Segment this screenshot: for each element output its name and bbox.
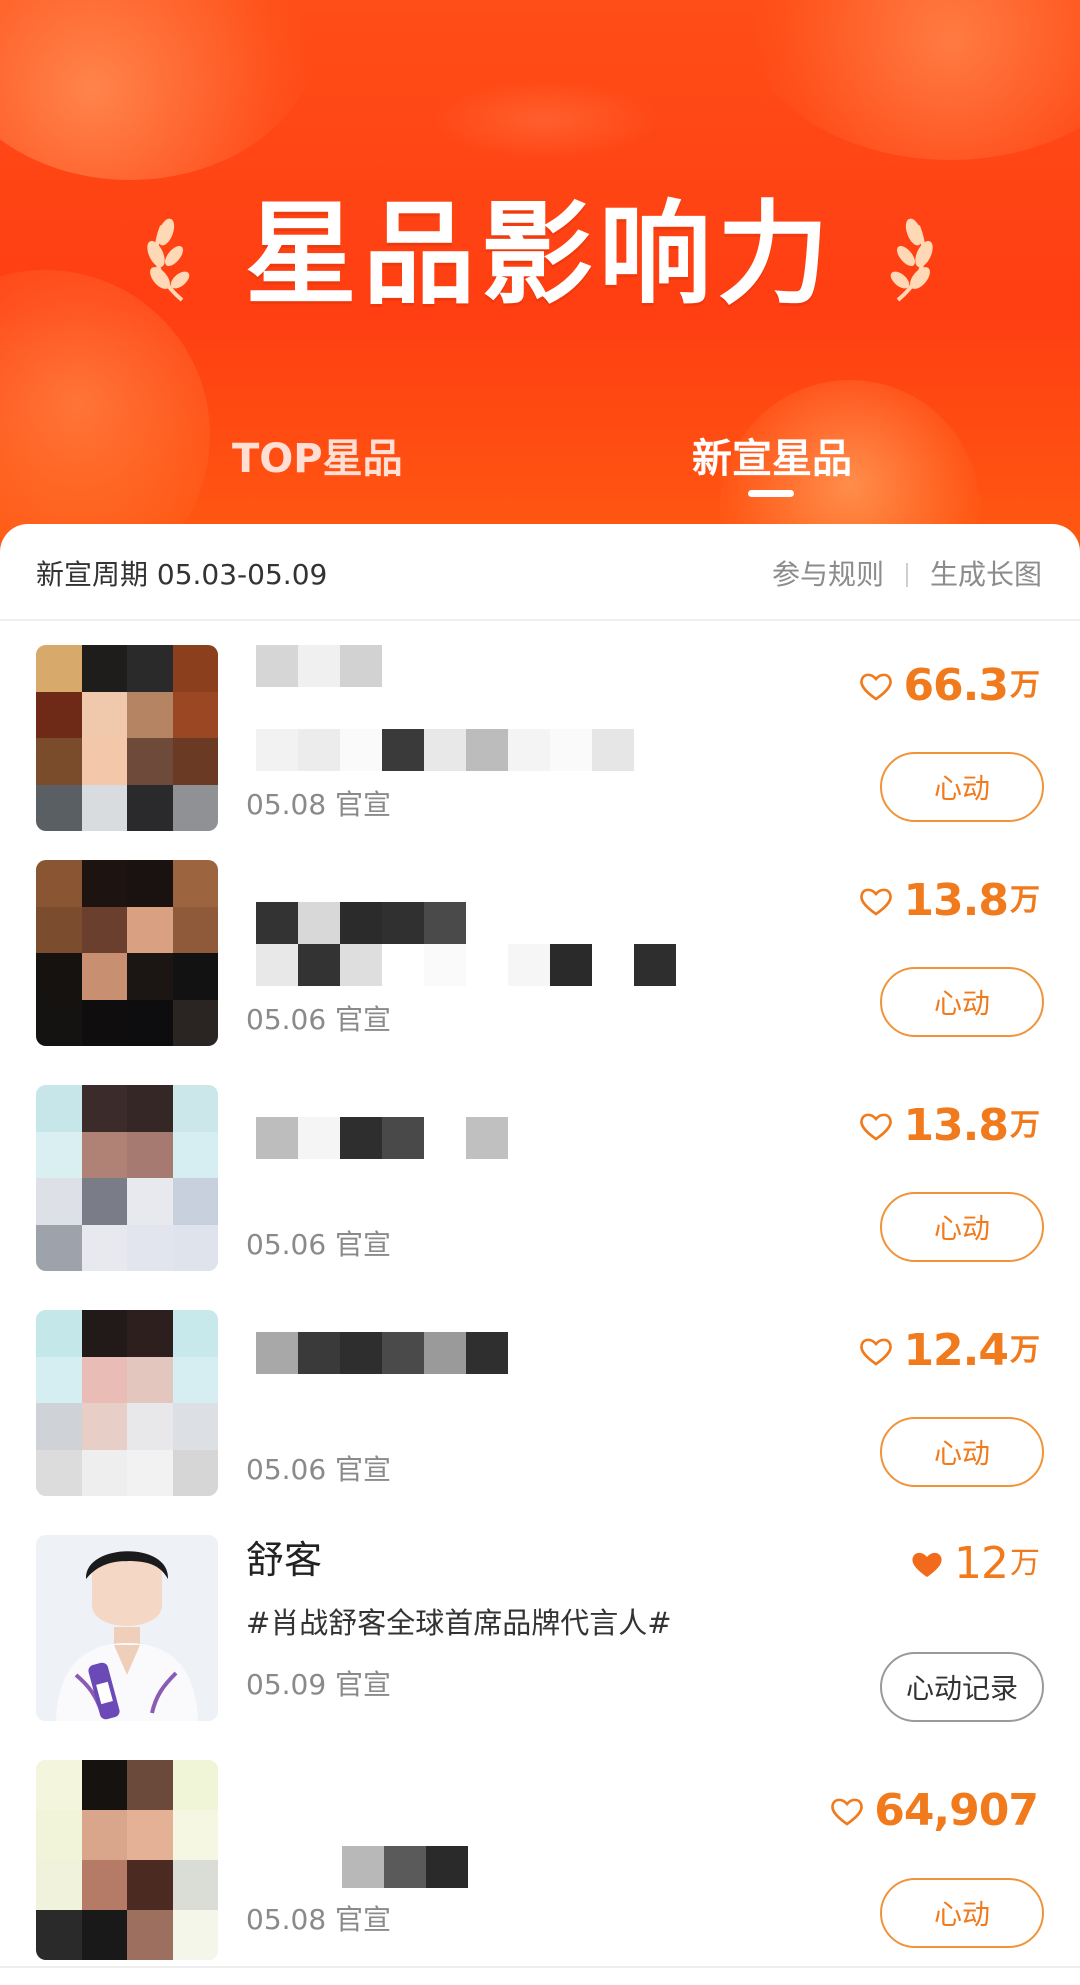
tab-top-products[interactable]: TOP星品 [232,432,403,486]
blurred-hashtag [256,944,676,986]
heart-record-button[interactable]: 心动记录 [880,1652,1044,1722]
like-count: 12.4 万 [859,1324,1040,1378]
endorser-photo [36,1535,218,1721]
announce-date: 05.06 官宣 [246,1453,392,1486]
product-thumbnail [36,860,218,1046]
heart-button[interactable]: 心动 [880,752,1044,822]
product-thumbnail [36,1535,218,1721]
announce-date: 05.06 官宣 [246,1228,392,1261]
like-count: 13.8 万 [859,874,1040,928]
heart-button[interactable]: 心动 [880,1878,1044,1948]
heart-outline-icon [860,888,893,916]
list-item[interactable]: 05.06 官宣 13.8 万 心动 [0,1085,1080,1310]
announce-date: 05.08 官宣 [246,788,392,821]
product-thumbnail [36,1760,218,1960]
list-item[interactable]: 05.08 官宣 64,907 心动 [0,1760,1080,1985]
brand-name: 舒客 [246,1538,323,1582]
decor-bubble [740,0,1080,160]
active-tab-indicator [748,490,794,497]
blurred-hashtag [256,729,634,771]
list-item[interactable]: 舒客 #肖战舒客全球首席品牌代言人# 05.09 官宣 12 万 心动记录 [0,1535,1080,1760]
like-count: 66.3 万 [859,659,1040,713]
decor-bubble [0,0,320,180]
laurel-icon [890,218,933,302]
product-thumbnail [36,1085,218,1271]
announce-date: 05.08 官宣 [246,1903,392,1936]
header-divider [0,619,1080,621]
rules-link[interactable]: 参与规则 [772,555,884,595]
product-thumbnail [36,645,218,831]
blurred-hashtag [342,1846,468,1888]
heart-outline-icon [860,1113,893,1141]
generate-poster-link[interactable]: 生成长图 [930,555,1042,595]
blurred-name [256,1117,508,1159]
like-count: 12 万 [910,1537,1040,1591]
blurred-name [256,645,382,687]
heart-outline-icon [860,673,893,701]
period-label: 新宣周期 05.03-05.09 [36,558,328,591]
endorsement-hashtag[interactable]: #肖战舒客全球首席品牌代言人# [246,1603,672,1643]
heart-button[interactable]: 心动 [880,1192,1044,1262]
bottom-divider [0,1966,1080,1968]
heart-outline-icon [831,1798,864,1826]
blurred-name [256,1332,508,1374]
list-item[interactable]: 05.06 官宣 12.4 万 心动 [0,1310,1080,1535]
toolbar-divider [906,563,908,587]
blurred-name [256,902,466,944]
heart-outline-icon [860,1338,893,1366]
heart-filled-icon [912,1552,942,1577]
announce-date: 05.09 官宣 [246,1668,392,1701]
list-item[interactable]: 05.06 官宣 13.8 万 心动 [0,860,1080,1085]
heart-button[interactable]: 心动 [880,1417,1044,1487]
decor-bubble [430,80,660,160]
product-thumbnail [36,1310,218,1496]
like-count: 13.8 万 [859,1099,1040,1153]
header-banner: 星品影响力 TOP星品 新宣星品 [0,0,1080,560]
like-count: 64,907 [830,1784,1040,1838]
tab-new-products[interactable]: 新宣星品 [692,432,852,486]
announce-date: 05.06 官宣 [246,1003,392,1036]
list-item[interactable]: 05.08 官宣 66.3 万 心动 [0,645,1080,870]
heart-button[interactable]: 心动 [880,967,1044,1037]
